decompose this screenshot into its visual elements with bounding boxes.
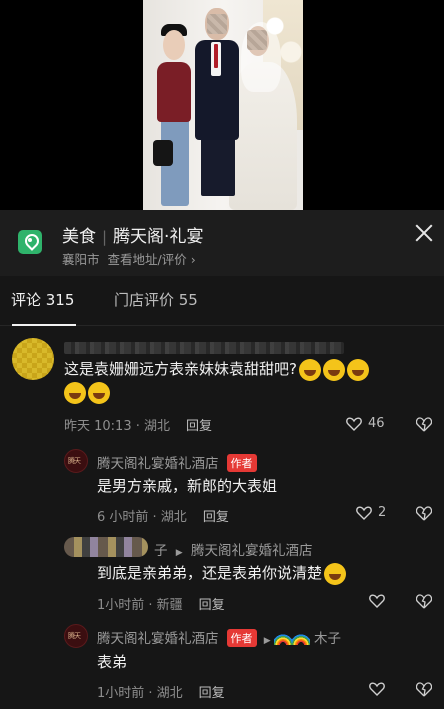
laugh-emoji-icon [324,562,347,585]
tab-store-reviews[interactable]: 门店评价 55 [114,289,198,310]
reply-text: 到底是亲弟弟，还是表弟你说清楚 [97,562,347,585]
store-avatar[interactable]: 腾天 [64,449,88,473]
wedding-photo [143,0,303,210]
like-count: 2 [378,505,387,520]
heart-icon[interactable] [346,417,362,431]
author-badge: 作者 [226,629,257,647]
tab-comments[interactable]: 评论 315 [11,289,74,310]
reply-text: 是男方亲戚，新郎的大表姐 [97,477,278,495]
dislike-icon[interactable] [415,505,433,521]
laugh-emoji-icon [88,382,110,404]
reply-target[interactable]: 腾天阁礼宴婚礼酒店 [191,543,313,559]
reply-button[interactable]: 回复 [186,419,212,434]
close-icon[interactable] [414,223,434,243]
rainbow-emoji-icon [291,631,310,645]
store-avatar[interactable]: 腾天 [64,624,88,648]
masked-username [64,342,344,354]
reply-meta: 1小时前 · 新疆 回复 [97,598,225,613]
map-pin-icon [18,230,42,254]
reply-author[interactable]: 子 [154,543,168,559]
laugh-emoji-icon [64,382,86,404]
reply-author[interactable]: 腾天阁礼宴婚礼酒店 作者 [97,452,257,472]
avatar[interactable] [12,338,54,380]
reply-text: 表弟 [97,653,128,671]
laugh-emoji-icon [346,358,369,381]
address-link[interactable]: 查看地址/评价 › [108,252,196,267]
comment-text: 这是袁姗姗远方表亲妹妹袁甜甜吧? [64,358,369,381]
laugh-emoji-icon [322,358,345,381]
laugh-emoji-icon [298,358,321,381]
reply-author-line: 子 ▶ 腾天阁礼宴婚礼酒店 [154,539,313,559]
reply-target[interactable]: 木子 [314,631,341,647]
reply-author-line: 腾天阁礼宴婚礼酒店 作者 ▶ 木子 [97,627,341,647]
reply-button[interactable]: 回复 [199,598,225,613]
reply-arrow-icon: ▶ [175,548,183,558]
heart-icon[interactable] [356,506,372,520]
reply-button[interactable]: 回复 [203,510,229,525]
heart-icon[interactable] [369,682,385,696]
store-subtitle: 襄阳市 查看地址/评价 › [62,249,196,268]
like-count: 46 [368,416,385,431]
emoji-line [64,382,110,404]
dislike-icon[interactable] [415,593,433,609]
store-title[interactable]: 美食 | 腾天阁·礼宴 [62,222,203,247]
rainbow-emoji-icon [273,631,292,645]
reply-arrow-icon: ▶ [263,636,271,646]
video-player[interactable] [0,0,444,210]
reply-meta: 1小时前 · 湖北 回复 [97,686,225,701]
reply-author[interactable]: 腾天阁礼宴婚礼酒店 [97,631,219,647]
comment-meta: 昨天 10:13 · 湖北 回复 [64,415,212,434]
store-city: 襄阳市 [62,252,100,267]
author-badge: 作者 [226,454,257,472]
masked-user-avatar[interactable] [64,537,148,557]
heart-icon[interactable] [369,594,385,608]
store-name: 腾天阁·礼宴 [113,227,204,247]
comment-time: 昨天 10:13 · 湖北 [64,419,170,434]
reply-meta: 6 小时前 · 湖北 回复 [97,510,229,525]
dislike-icon[interactable] [415,416,433,432]
tab-active-indicator [12,324,76,326]
dislike-icon[interactable] [415,681,433,697]
reply-button[interactable]: 回复 [199,686,225,701]
store-category: 美食 [62,227,96,247]
chevron-right-icon: › [190,252,196,267]
